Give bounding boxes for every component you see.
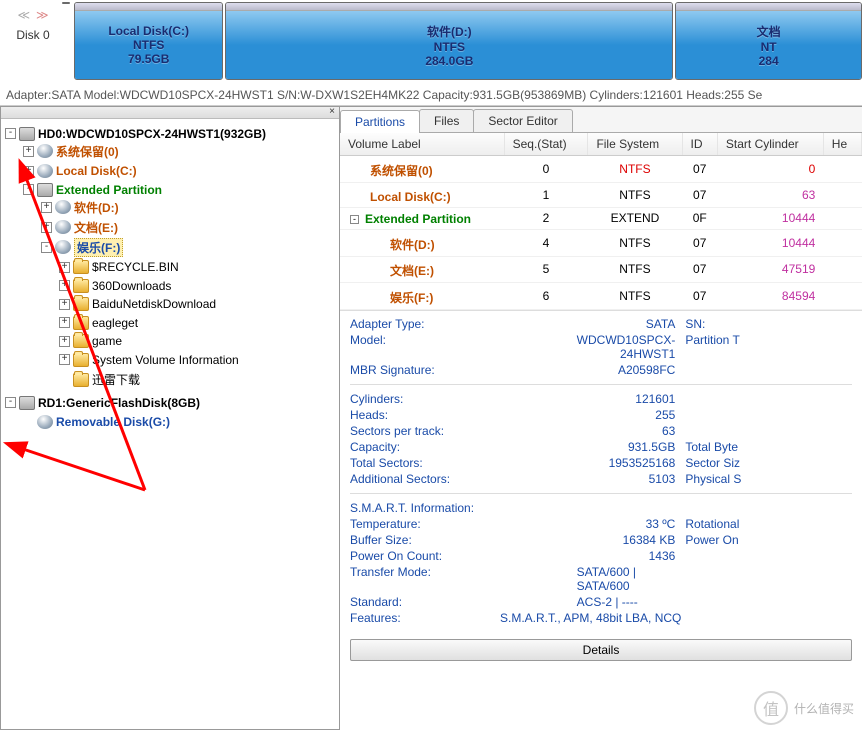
- tab-partitions[interactable]: Partitions: [340, 110, 420, 133]
- tree-node-rd1[interactable]: - RD1:GenericFlashDisk(8GB): [5, 396, 200, 410]
- partition-bar: Local Disk(C:) NTFS 79.5GB 软件(D:) NTFS 2…: [74, 2, 862, 80]
- col-id[interactable]: ID: [682, 133, 717, 156]
- collapse-icon[interactable]: -: [350, 215, 359, 224]
- folder-icon: [73, 297, 89, 311]
- table-row[interactable]: -Extended Partition2EXTEND0F10444: [340, 207, 862, 230]
- collapse-icon[interactable]: -: [5, 128, 16, 139]
- col-seq[interactable]: Seq.(Stat): [504, 133, 588, 156]
- tab-bar: Partitions Files Sector Editor: [340, 107, 862, 133]
- col-volume[interactable]: Volume Label: [340, 133, 504, 156]
- hdd-icon: [19, 396, 35, 410]
- tree-node-extended[interactable]: -Extended Partition: [23, 183, 162, 197]
- expand-icon[interactable]: +: [59, 354, 70, 365]
- col-fs[interactable]: File System: [588, 133, 682, 156]
- expand-icon[interactable]: +: [59, 280, 70, 291]
- tree-node-e[interactable]: +文档(E:): [41, 219, 118, 236]
- expand-icon[interactable]: +: [59, 262, 70, 273]
- disk-properties: Adapter Type:SATASN: Model:WDCWD10SPCX-2…: [340, 310, 862, 631]
- watermark-icon: 值: [754, 691, 788, 725]
- tree-node-hd0[interactable]: - HD0:WDCWD10SPCX-24HWST1(932GB): [5, 127, 266, 141]
- collapse-icon[interactable]: -: [23, 184, 34, 195]
- col-start[interactable]: Start Cylinder: [717, 133, 823, 156]
- partition-icon: [55, 240, 71, 254]
- tree-folder[interactable]: +$RECYCLE.BIN: [59, 260, 179, 274]
- table-row[interactable]: 娱乐(F:)6NTFS0784594: [340, 283, 862, 310]
- tree-folder[interactable]: 迅雷下载: [59, 371, 140, 388]
- partition-icon: [37, 164, 53, 178]
- disk-tree: - HD0:WDCWD10SPCX-24HWST1(932GB) +系统保留(0…: [1, 119, 339, 435]
- tree-node-removable[interactable]: Removable Disk(G:): [23, 415, 170, 429]
- tree-folder[interactable]: +BaiduNetdiskDownload: [59, 297, 216, 311]
- partition-icon: [55, 200, 71, 214]
- folder-icon: [73, 353, 89, 367]
- tree-folder[interactable]: +System Volume Information: [59, 353, 239, 367]
- partition-strip[interactable]: [62, 2, 70, 4]
- partition-block-c[interactable]: Local Disk(C:) NTFS 79.5GB: [74, 2, 223, 80]
- expand-icon[interactable]: +: [41, 222, 52, 233]
- nav-arrows: ≪ ≫ Disk 0: [8, 2, 58, 42]
- folder-icon: [73, 373, 89, 387]
- folder-icon: [73, 279, 89, 293]
- nav-back-icon[interactable]: ≪: [17, 8, 30, 22]
- partition-icon: [55, 220, 71, 234]
- tree-node-d[interactable]: +软件(D:): [41, 199, 119, 216]
- extended-icon: [37, 183, 53, 197]
- hdd-icon: [19, 127, 35, 141]
- expand-icon[interactable]: +: [23, 146, 34, 157]
- tab-sector-editor[interactable]: Sector Editor: [473, 109, 572, 132]
- col-he[interactable]: He: [823, 133, 861, 156]
- expand-icon[interactable]: +: [59, 317, 70, 328]
- expand-icon[interactable]: +: [41, 202, 52, 213]
- collapse-icon[interactable]: -: [41, 242, 52, 253]
- partition-block-e[interactable]: 文档 NT 284: [675, 2, 862, 80]
- partition-block-d[interactable]: 软件(D:) NTFS 284.0GB: [225, 2, 673, 80]
- details-button[interactable]: Details: [350, 639, 852, 661]
- folder-icon: [73, 260, 89, 274]
- detail-panel: Partitions Files Sector Editor Volume La…: [340, 106, 862, 730]
- tree-panel: × - HD0:WDCWD10SPCX-24HWST1(932GB) +系统保留…: [0, 106, 340, 730]
- expand-icon[interactable]: +: [23, 166, 34, 177]
- folder-icon: [73, 334, 89, 348]
- watermark-text: 什么值得买: [794, 700, 854, 717]
- partition-icon: [37, 144, 53, 158]
- close-icon[interactable]: ×: [329, 106, 335, 117]
- partition-table: Volume Label Seq.(Stat) File System ID S…: [340, 133, 862, 310]
- nav-forward-icon[interactable]: ≫: [36, 8, 49, 22]
- tab-files[interactable]: Files: [419, 109, 474, 132]
- partition-icon: [37, 415, 53, 429]
- watermark: 值 什么值得买: [754, 691, 854, 725]
- tree-node-f[interactable]: -娱乐(F:): [41, 238, 123, 257]
- top-toolbar: ≪ ≫ Disk 0 Local Disk(C:) NTFS 79.5GB 软件…: [0, 0, 862, 85]
- collapse-icon[interactable]: -: [5, 397, 16, 408]
- folder-icon: [73, 316, 89, 330]
- tree-panel-header: ×: [1, 107, 339, 119]
- tree-folder[interactable]: +eagleget: [59, 316, 138, 330]
- expand-icon[interactable]: +: [59, 299, 70, 310]
- disk-info-line: Adapter:SATA Model:WDCWD10SPCX-24HWST1 S…: [0, 85, 862, 106]
- table-row[interactable]: 文档(E:)5NTFS0747519: [340, 256, 862, 283]
- table-row[interactable]: Local Disk(C:)1NTFS0763: [340, 182, 862, 207]
- table-row[interactable]: 系统保留(0)0NTFS070: [340, 156, 862, 183]
- tree-folder[interactable]: +game: [59, 334, 122, 348]
- expand-icon[interactable]: +: [59, 336, 70, 347]
- tree-node-localc[interactable]: +Local Disk(C:): [23, 164, 137, 178]
- table-row[interactable]: 软件(D:)4NTFS0710444: [340, 230, 862, 257]
- tree-folder[interactable]: +360Downloads: [59, 279, 171, 293]
- disk-selector-label: Disk 0: [16, 28, 49, 42]
- tree-node-sysreserved[interactable]: +系统保留(0): [23, 143, 119, 160]
